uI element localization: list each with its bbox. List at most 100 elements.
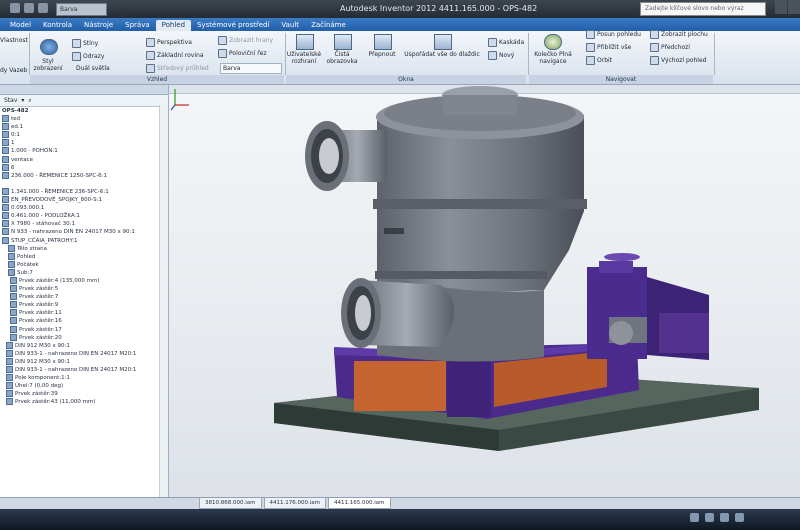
inlet-nozzle[interactable]: [305, 121, 387, 191]
tree-item[interactable]: 236.000 - ŘEMENICE 1250-SPC-6:1: [2, 171, 168, 180]
graphics-viewport[interactable]: [169, 85, 800, 497]
tree-item[interactable]: Prvek zástěr:16: [2, 317, 168, 325]
browser-scrollbar[interactable]: [159, 105, 168, 497]
home-view-button[interactable]: Výchozí pohled: [650, 56, 706, 65]
ground-plane-button[interactable]: Základní rovina: [146, 51, 204, 60]
full-navigation-wheel-button[interactable]: Kolečko Plná navigace: [530, 51, 576, 65]
tab-zaciname[interactable]: Začínáme: [305, 20, 352, 31]
look-at-button[interactable]: Zobrazit plochu: [650, 30, 708, 39]
tree-item[interactable]: DIN 933-1 - nahrazeno DIN EN 24017 M20:1: [2, 349, 168, 358]
undo-icon[interactable]: [38, 3, 48, 13]
tile-all-button[interactable]: Uspořádat vše do dlaždic: [402, 51, 482, 58]
feature-icon: [10, 309, 17, 317]
tree-item[interactable]: Prvek zástěr:39: [2, 390, 168, 398]
tree-item[interactable]: Prvek zástěr:9: [2, 301, 168, 309]
tree-item[interactable]: ted: [2, 115, 168, 123]
tab-kontrola[interactable]: Kontrola: [37, 20, 78, 31]
tab-systemove-prostredi[interactable]: Systémové prostředí: [191, 20, 275, 31]
filter-icon[interactable]: ▾: [21, 95, 24, 106]
outlet-nozzle[interactable]: [341, 278, 454, 348]
minimize-button[interactable]: [775, 0, 787, 14]
drive-unit[interactable]: [587, 253, 709, 360]
tree-item[interactable]: 1.000 - POHON:1: [2, 147, 168, 155]
switch-window-button[interactable]: Přepnout: [364, 51, 400, 58]
tab-sprava[interactable]: Správa: [119, 20, 156, 31]
tree-item[interactable]: Prvek zástěr:7: [2, 293, 168, 301]
visual-style-icon[interactable]: [40, 39, 58, 55]
half-section-button[interactable]: Poloviční řez: [218, 49, 266, 58]
tree-item[interactable]: [2, 180, 168, 188]
tree-item[interactable]: 1.341.000 - ŘEMENICE 236-SPC-6:1: [2, 187, 168, 196]
ribbon-left-label-2[interactable]: dy Vazeb: [0, 67, 27, 74]
tree-item[interactable]: 0.461.000 - PODLOŽKA:1: [2, 212, 168, 220]
tab-pohled[interactable]: Pohled: [155, 20, 192, 31]
zoom-all-button[interactable]: Přiblížit vše: [586, 43, 631, 52]
maximize-button[interactable]: [788, 0, 800, 14]
tree-item[interactable]: Pohled: [2, 252, 168, 261]
tree-item[interactable]: Sub:7: [2, 268, 168, 277]
doc-tab-4411-176[interactable]: 4411.176.000.iam: [263, 498, 326, 509]
doc-tab-3810[interactable]: 3810.868.000.iam: [199, 498, 262, 509]
user-interface-icon[interactable]: [296, 34, 314, 50]
switch-window-icon[interactable]: [374, 34, 392, 50]
tree-item[interactable]: 6: [2, 163, 168, 172]
orbit-button[interactable]: Orbit: [586, 56, 612, 65]
tree-item[interactable]: 1: [2, 139, 168, 147]
tree-item[interactable]: N 933 - nahrazeno DIN EN 24017 M30 x 90:…: [2, 228, 168, 236]
previous-view-button[interactable]: Předchozí: [650, 43, 690, 52]
save-icon[interactable]: [24, 3, 34, 13]
tab-vault[interactable]: Vault: [275, 20, 305, 31]
tree-item[interactable]: Prvek zástěr:20: [2, 333, 168, 342]
tray-keyboard-icon[interactable]: [735, 513, 744, 522]
reflections-button[interactable]: Odrazy: [72, 52, 104, 61]
tree-item[interactable]: DIN 912 M30 x 90:1: [2, 341, 168, 350]
app-menu-icon[interactable]: [10, 3, 20, 13]
color-dropdown[interactable]: Barva: [220, 63, 282, 74]
tree-item[interactable]: 0:1: [2, 131, 168, 139]
search-icon[interactable]: ⌕: [28, 95, 31, 106]
tree-item[interactable]: STUP_CČAIA_PATROHY:1: [2, 236, 168, 245]
tray-volume-icon[interactable]: [720, 513, 729, 522]
tab-model[interactable]: Model: [4, 20, 37, 31]
tree-item[interactable]: Tělo strana: [2, 244, 168, 253]
part-icon: [2, 171, 9, 179]
tree-item[interactable]: Prvek zástěr:4 (135,000 mm): [2, 276, 168, 285]
tree-item[interactable]: 0.093.000:1: [2, 204, 168, 212]
color-override-field[interactable]: Barva: [56, 3, 107, 16]
doc-tab-4411-165[interactable]: 4411.165.000.iam: [328, 498, 391, 509]
tile-all-icon[interactable]: [434, 34, 452, 50]
dual-lights-button[interactable]: Duál světla: [76, 65, 110, 72]
ribbon-left-label[interactable]: Vlastnost: [0, 37, 28, 44]
user-interface-button[interactable]: Uživatelské rozhraní: [284, 51, 324, 65]
new-window-button[interactable]: Nový: [488, 51, 514, 60]
tree-item[interactable]: ed.1: [2, 123, 168, 131]
tree-item[interactable]: Pole komponent:1:1: [2, 374, 168, 382]
show-edges-button[interactable]: Zobrazit hrany: [218, 36, 273, 45]
steering-wheel-icon[interactable]: [544, 34, 562, 50]
tree-item[interactable]: Počátek: [2, 260, 168, 269]
tree-root[interactable]: OPS-482: [2, 107, 168, 115]
clean-screen-icon[interactable]: [334, 34, 352, 50]
tree-item[interactable]: Prvek zástěr:43 (11,000 mm): [2, 398, 168, 406]
tree-item[interactable]: ventace: [2, 155, 168, 164]
tree-item[interactable]: EN_PŘEVODOVÉ_SPOJKY_800-S:1: [2, 196, 168, 204]
tree-item[interactable]: DIN 933-1 - nahrazeno DIN EN 24017 M20:1: [2, 366, 168, 374]
clean-screen-button[interactable]: Čistá obrazovka: [326, 51, 358, 65]
cascade-button[interactable]: Kaskáda: [488, 38, 524, 47]
tree-item[interactable]: DIN 912 M30 x 90:1: [2, 357, 168, 366]
visual-style-button[interactable]: Styl zobrazení: [30, 58, 66, 72]
pan-button[interactable]: Posun pohledu: [586, 30, 641, 39]
tree-item[interactable]: Úhel:7 (0,00 deg): [2, 382, 168, 390]
help-search-input[interactable]: Zadejte klíčové slovo nebo výraz: [640, 2, 766, 16]
perspective-button[interactable]: Perspektiva: [146, 38, 192, 47]
tree-item[interactable]: Prvek zástěr:11: [2, 309, 168, 317]
tree-item[interactable]: Prvek zástěr:5: [2, 285, 168, 293]
browser-filter-label[interactable]: Stav: [4, 95, 17, 106]
tree-item[interactable]: X 7980 - stáhovač 30:1: [2, 220, 168, 228]
shadows-button[interactable]: Stíny: [72, 39, 98, 48]
tab-nastroje[interactable]: Nástroje: [78, 20, 119, 31]
tray-network-icon[interactable]: [705, 513, 714, 522]
tree-item[interactable]: Prvek zástěr:17: [2, 325, 168, 334]
tray-flag-icon[interactable]: [690, 513, 699, 522]
center-view-button[interactable]: Středový průhled: [146, 64, 209, 73]
